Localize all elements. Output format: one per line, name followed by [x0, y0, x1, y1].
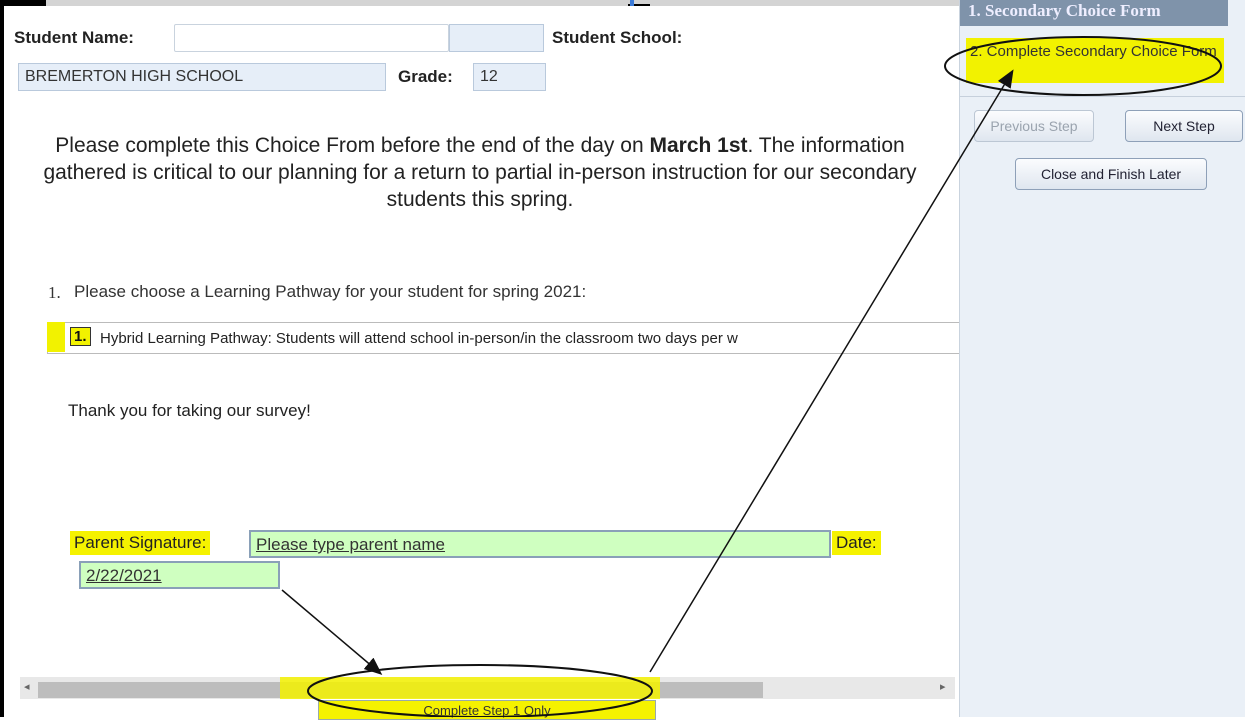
student-name-field-extension: [449, 24, 544, 52]
question-text: Please choose a Learning Pathway for you…: [74, 282, 587, 301]
submit-highlight: [280, 677, 660, 699]
form-panel: [4, 6, 959, 717]
date-input[interactable]: 2/22/2021: [79, 561, 280, 589]
parent-signature-label: Parent Signature:: [70, 531, 211, 555]
selected-option-number: 1.: [70, 327, 91, 346]
close-finish-later-button[interactable]: Close and Finish Later: [1015, 158, 1207, 190]
intro-text-before: Please complete this Choice From before …: [55, 134, 650, 157]
parent-signature-label-text: Parent Signature: [74, 533, 202, 552]
step1-item[interactable]: 1. Secondary Choice Form: [960, 0, 1228, 26]
steps-sidebar: [959, 0, 1245, 717]
select-highlight: [47, 322, 65, 352]
school-field: BREMERTON HIGH SCHOOL: [18, 63, 386, 91]
intro-paragraph: Please complete this Choice From before …: [30, 132, 930, 213]
grade-field: 12: [473, 63, 546, 91]
grade-value: 12: [480, 68, 498, 85]
date-label: Date:: [832, 531, 881, 555]
question-number: 1.: [48, 283, 61, 302]
school-value: BREMERTON HIGH SCHOOL: [25, 68, 244, 85]
student-school-label: Student School:: [552, 28, 683, 47]
scroll-left-icon[interactable]: ◂: [24, 680, 30, 693]
step2-item[interactable]: 2. Complete Secondary Choice Form: [966, 38, 1224, 83]
selected-option-text: Hybrid Learning Pathway: Students will a…: [100, 330, 738, 347]
next-step-button[interactable]: Next Step: [1125, 110, 1243, 142]
previous-step-button[interactable]: Previous Step: [974, 110, 1094, 142]
sidebar-divider: [960, 96, 1245, 97]
scroll-right-icon[interactable]: ▸: [940, 680, 946, 693]
intro-deadline: March 1st: [649, 134, 748, 157]
grade-label: Grade:: [398, 67, 453, 86]
student-name-label: Student Name:: [14, 28, 134, 47]
parent-signature-colon: :: [201, 533, 207, 552]
complete-step-button[interactable]: Complete Step 1 Only: [318, 700, 656, 720]
student-name-field[interactable]: [174, 24, 449, 52]
thanks-text: Thank you for taking our survey!: [68, 401, 311, 420]
parent-signature-input[interactable]: Please type parent name: [249, 530, 831, 558]
